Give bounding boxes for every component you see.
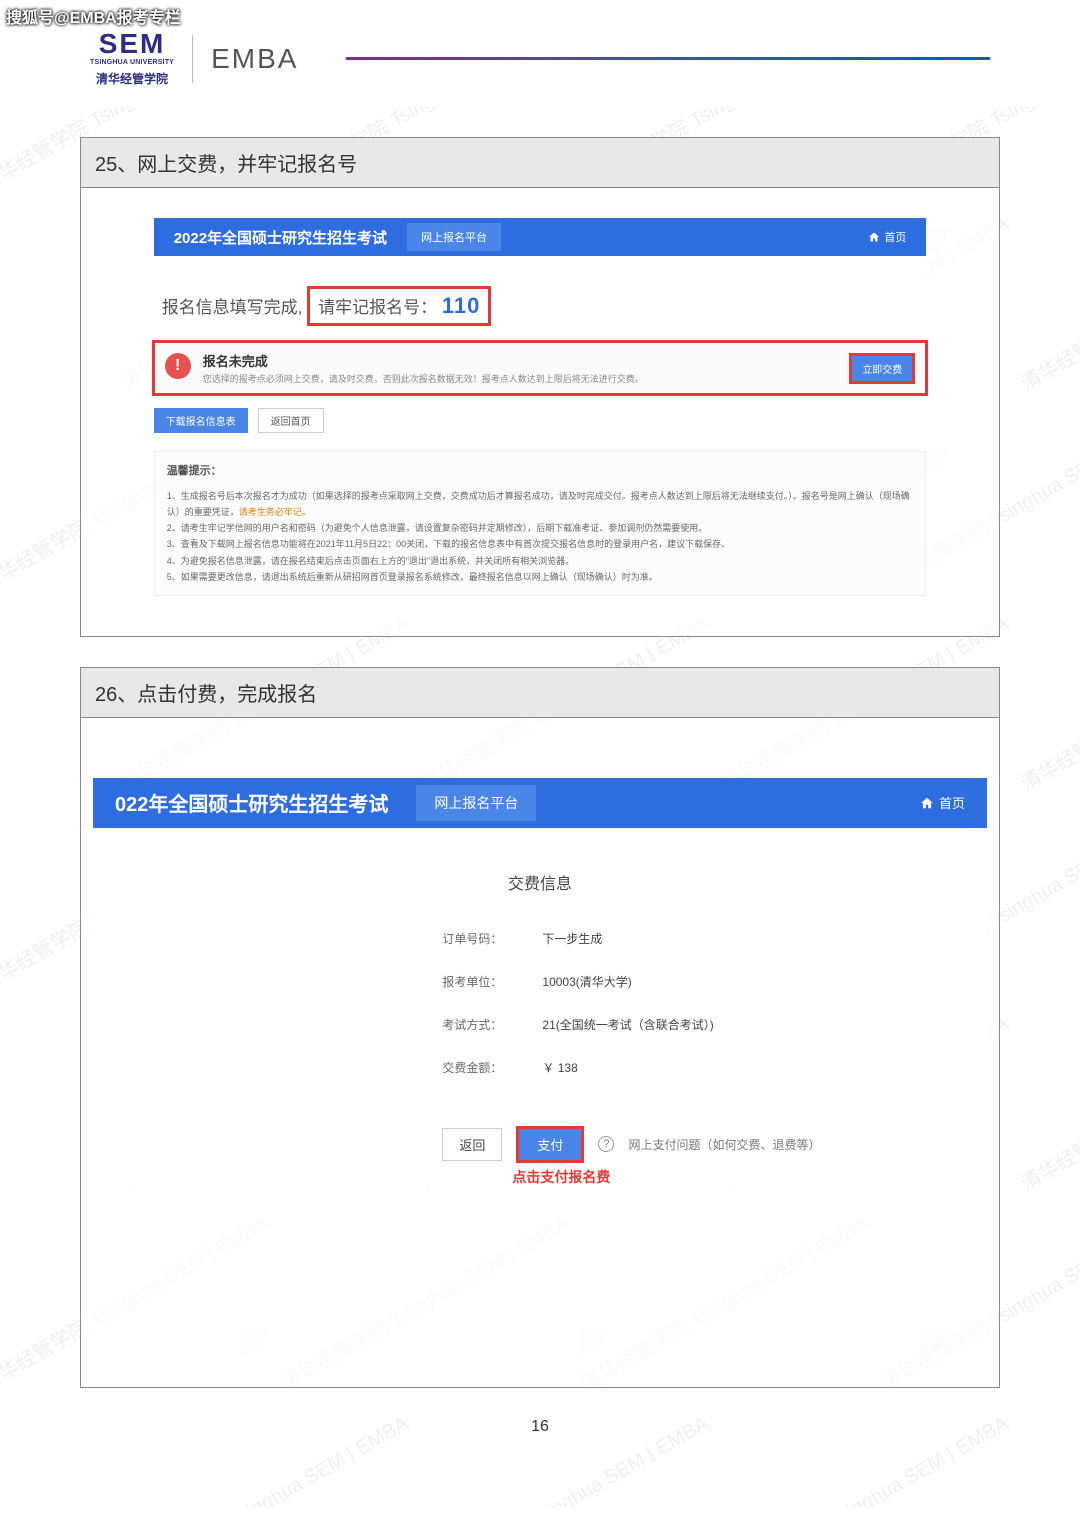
emba-logo-text: EMBA — [211, 43, 298, 75]
tip-4: 4、为避免报名信息泄露，请在报名结束后点击页面右上方的"退出"退出系统，并关闭所… — [167, 553, 914, 569]
tip-5: 5、如果需要更改信息，请退出系统后重新从研招网首页登录报名系统修改，最终报名信息… — [167, 569, 914, 585]
section-26: 26、点击付费，完成报名 022年全国硕士研究生招生考试 网上报名平台 首页 交… — [80, 667, 1000, 1388]
fee-row-order: 订单号码： 下一步生成 — [442, 930, 897, 947]
unit-value: 10003(清华大学) — [542, 973, 631, 990]
header-rule — [346, 57, 990, 60]
app25-platform-tab[interactable]: 网上报名平台 — [407, 223, 501, 251]
warning-box: ! 报名未完成 您选择的报考点必须网上交费，请及时交费，否则此次报名数据无效！报… — [154, 342, 927, 394]
sem-logo-subtext: TSINGHUA UNIVERSITY — [90, 59, 174, 66]
warning-desc: 您选择的报考点必须网上交费，请及时交费，否则此次报名数据无效！报考点人数达到上限… — [203, 372, 644, 385]
app25-screenshot: 2022年全国硕士研究生招生考试 网上报名平台 首页 报名信息填写完成, 请牢记… — [154, 218, 927, 596]
tip-1-highlight: 请考生务必牢记。 — [239, 507, 311, 517]
section-26-title: 26、点击付费，完成报名 — [81, 668, 999, 718]
tip-2: 2、请考生牢记学信网的用户名和密码（为避免个人信息泄露，请设置复杂密码并定期修改… — [167, 520, 914, 536]
warning-icon: ! — [165, 353, 191, 379]
tips-title: 温馨提示： — [167, 462, 914, 482]
tips-box: 温馨提示： 1、生成报名号后本次报名才为成功（如果选择的报考点采取网上交费，交费… — [154, 451, 927, 596]
tip-1: 1、生成报名号后本次报名才为成功（如果选择的报考点采取网上交费，交费成功后才算报… — [167, 488, 914, 520]
action-row: 下载报名信息表 返回首页 — [154, 408, 927, 433]
app26-screenshot: 022年全国硕士研究生招生考试 网上报名平台 首页 交费信息 订单号码： 下一步… — [93, 778, 987, 1187]
tip-3: 3、查看及下载网上报名信息功能将在2021年11月5日22：00关闭，下载的报名… — [167, 536, 914, 552]
home-icon — [868, 231, 880, 243]
sem-logo-cn: 清华经管学院 — [96, 70, 168, 87]
fee-actions: 返回 支付 ? 网上支付问题（如何交费、退费等） — [182, 1126, 897, 1163]
sem-logo: SEM TSINGHUA UNIVERSITY 清华经管学院 — [90, 30, 174, 87]
app26-topbar: 022年全国硕士研究生招生考试 网上报名平台 首页 — [93, 778, 987, 828]
page-number: 16 — [0, 1418, 1080, 1456]
amount-value: ￥ 138 — [542, 1059, 577, 1076]
section-25-title: 25、网上交费，并牢记报名号 — [81, 138, 999, 188]
order-value: 下一步生成 — [542, 930, 602, 947]
app25-title: 2022年全国硕士研究生招生考试 — [174, 227, 387, 248]
section-25: 25、网上交费，并牢记报名号 2022年全国硕士研究生招生考试 网上报名平台 首… — [80, 137, 1000, 637]
divider — [192, 35, 193, 83]
fee-title: 交费信息 — [182, 858, 897, 906]
pay-button[interactable]: 支付 — [516, 1126, 584, 1163]
app26-home-link[interactable]: 首页 — [920, 793, 965, 812]
app25-topbar: 2022年全国硕士研究生招生考试 网上报名平台 首页 — [154, 218, 927, 256]
back-home-button[interactable]: 返回首页 — [258, 408, 324, 433]
fee-row-method: 考试方式： 21(全国统一考试（含联合考试）) — [442, 1016, 897, 1033]
order-label: 订单号码： — [442, 930, 512, 947]
method-value: 21(全国统一考试（含联合考试）) — [542, 1016, 713, 1033]
app26-title: 022年全国硕士研究生招生考试 — [115, 788, 388, 817]
home-label: 首页 — [939, 793, 965, 812]
app25-home-link[interactable]: 首页 — [868, 229, 906, 245]
home-label: 首页 — [884, 229, 906, 245]
registration-number-box: 请牢记报名号： 110 — [307, 286, 491, 326]
unit-label: 报考单位： — [442, 973, 512, 990]
section-26-body: 022年全国硕士研究生招生考试 网上报名平台 首页 交费信息 订单号码： 下一步… — [81, 718, 999, 1387]
fee-panel: 交费信息 订单号码： 下一步生成 报考单位： 10003(清华大学) 考试方式： — [182, 858, 897, 1187]
amount-label: 交费金额： — [442, 1059, 512, 1076]
registration-number: 110 — [442, 293, 481, 318]
completion-line: 报名信息填写完成, 请牢记报名号： 110 — [154, 286, 927, 326]
warning-content: 报名未完成 您选择的报考点必须网上交费，请及时交费，否则此次报名数据无效！报考点… — [203, 351, 644, 385]
source-watermark: 搜狐号@EMBA报考专栏 — [6, 4, 181, 28]
fee-body: 订单号码： 下一步生成 报考单位： 10003(清华大学) 考试方式： 21(全… — [182, 906, 897, 1126]
fee-row-unit: 报考单位： 10003(清华大学) — [442, 973, 897, 990]
pay-note: 点击支付报名费 — [182, 1167, 897, 1187]
method-label: 考试方式： — [442, 1016, 512, 1033]
warning-title: 报名未完成 — [203, 351, 644, 370]
fee-row-amount: 交费金额： ￥ 138 — [442, 1059, 897, 1076]
pay-now-button[interactable]: 立即交费 — [849, 353, 915, 384]
help-text[interactable]: 网上支付问题（如何交费、退费等） — [628, 1136, 820, 1153]
sem-logo-text: SEM — [99, 30, 166, 58]
completion-prefix: 报名信息填写完成, — [162, 298, 303, 317]
page-body: 清华经管学院 Tsinghua SEM | EMBA清华经管学院 Tsinghu… — [0, 107, 1080, 1507]
back-button[interactable]: 返回 — [442, 1128, 502, 1161]
section-25-body: 2022年全国硕士研究生招生考试 网上报名平台 首页 报名信息填写完成, 请牢记… — [81, 188, 999, 636]
home-icon — [920, 796, 934, 810]
download-info-button[interactable]: 下载报名信息表 — [154, 408, 248, 433]
app25-content: 报名信息填写完成, 请牢记报名号： 110 ! 报名未完成 您选择的报考点必须网… — [154, 256, 927, 596]
completion-highlight: 请牢记报名号： — [318, 298, 437, 317]
help-icon[interactable]: ? — [598, 1136, 614, 1152]
app26-platform-tab[interactable]: 网上报名平台 — [416, 785, 536, 821]
